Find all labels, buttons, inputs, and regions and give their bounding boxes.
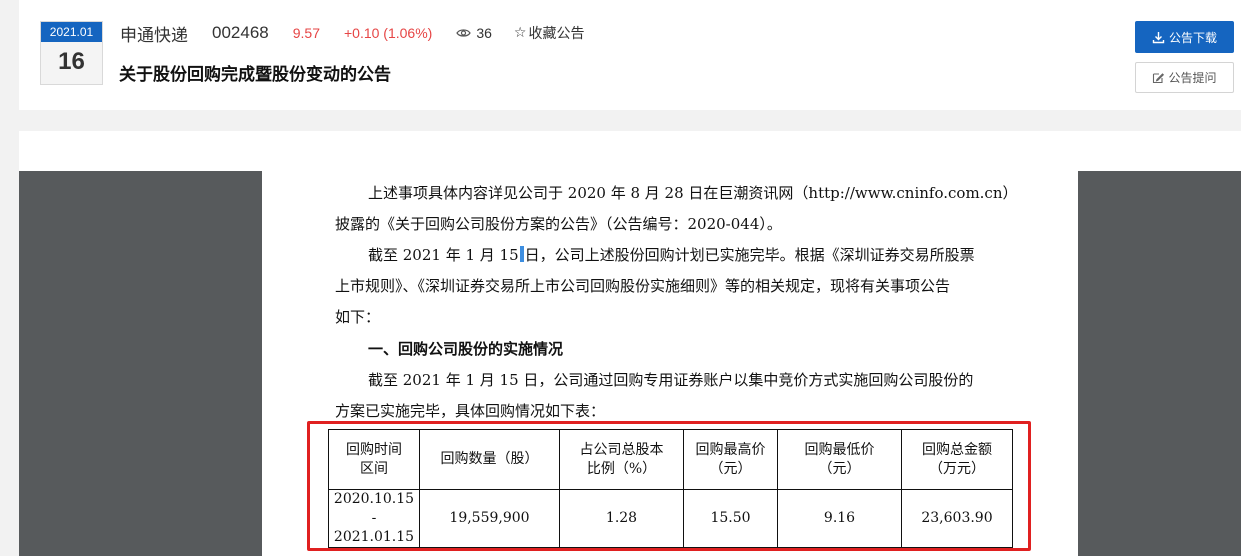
buyback-table: 回购时间 区间 回购数量（股） 占公司总股本 比例（%） 回购最高价 （元） 回购最低… xyxy=(328,429,1013,548)
cell-ratio: 1.28 xyxy=(559,489,684,548)
cell-amount: 23,603.90 xyxy=(901,489,1013,548)
text-cursor xyxy=(519,246,524,262)
edit-icon xyxy=(1153,72,1165,83)
eye-icon xyxy=(456,29,472,37)
paragraph-3-line-2: 方案已实施完毕，具体回购情况如下表： xyxy=(335,402,606,420)
download-label: 公告下载 xyxy=(1168,30,1217,45)
company-name[interactable]: 申通快递 xyxy=(120,21,188,46)
stock-price: 9.57 xyxy=(292,25,320,41)
view-count-value: 36 xyxy=(476,25,492,41)
view-count: 36 xyxy=(456,25,492,41)
stock-meta-row: 申通快递 002468 9.57 +0.10 (1.06%) 36 ☆ 收藏公告 xyxy=(120,21,585,46)
header-quantity: 回购数量（股） xyxy=(419,429,560,490)
section-heading: 一、回购公司股份的实施情况 xyxy=(368,340,564,358)
cell-low: 9.16 xyxy=(777,489,902,548)
date-badge: 2021.01 16 xyxy=(40,21,103,85)
star-icon: ☆ xyxy=(513,25,527,41)
stock-change: +0.10 (1.06%) xyxy=(343,25,433,41)
announcement-header: 2021.01 16 申通快递 002468 9.57 +0.10 (1.06%… xyxy=(19,0,1241,110)
pdf-page: 上述事项具体内容详见公司于 2020 年 8 月 28 日在巨潮资讯网（http… xyxy=(262,131,1078,556)
stock-code: 002468 xyxy=(212,23,269,42)
paragraph-3-line-1: 截至 2021 年 1 月 15 日，公司通过回购专用证券账户以集中竞价方式实施… xyxy=(368,371,974,389)
download-icon xyxy=(1152,31,1165,43)
ask-label: 公告提问 xyxy=(1168,71,1217,85)
paragraph-2-line-1-b: 日，公司上述股份回购计划已实施完毕。根据《深圳证券交易所股票 xyxy=(524,246,975,264)
header-ratio: 占公司总股本 比例（%） xyxy=(559,429,684,490)
table-header-row: 回购时间 区间 回购数量（股） 占公司总股本 比例（%） 回购最高价 （元） 回购最低… xyxy=(328,429,1013,490)
favorite-label: 收藏公告 xyxy=(528,26,585,42)
favorite-button[interactable]: ☆ 收藏公告 xyxy=(514,23,585,43)
header-amount: 回购总金额 （万元） xyxy=(901,429,1013,490)
paragraph-2-line-1-a: 截至 2021 年 1 月 15 xyxy=(368,246,519,264)
date-day: 16 xyxy=(58,48,85,75)
paragraph-2-line-3: 如下： xyxy=(335,308,381,326)
header-low: 回购最低价 （元） xyxy=(777,429,902,490)
paragraph-2-line-1: 截至 2021 年 1 月 15 日，公司上述股份回购计划已实施完毕。根据《深圳证… xyxy=(368,244,975,265)
date-month: 2021.01 xyxy=(41,22,102,42)
paragraph-2-line-2: 上市规则》、《深圳证券交易所上市公司回购股份实施细则》等的相关规定，现将有关事项… xyxy=(335,277,951,295)
announcement-title: 关于股份回购完成暨股份变动的公告 xyxy=(119,65,391,85)
download-button[interactable]: 公告下载 xyxy=(1135,21,1234,53)
cell-high: 15.50 xyxy=(683,489,778,548)
table-row: 2020.10.15-2021.01.15 19,559,900 1.28 15… xyxy=(328,489,1013,548)
cell-period: 2020.10.15-2021.01.15 xyxy=(328,489,420,548)
header-high: 回购最高价 （元） xyxy=(683,429,778,490)
ask-question-button[interactable]: 公告提问 xyxy=(1135,62,1234,93)
paragraph-1-line-2: 披露的《关于回购公司股份方案的公告》（公告编号：2020-044）。 xyxy=(335,215,782,233)
paragraph-1-line-1: 上述事项具体内容详见公司于 2020 年 8 月 28 日在巨潮资讯网（http… xyxy=(368,184,1018,202)
header-period: 回购时间 区间 xyxy=(328,429,420,490)
cell-quantity: 19,559,900 xyxy=(419,489,560,548)
